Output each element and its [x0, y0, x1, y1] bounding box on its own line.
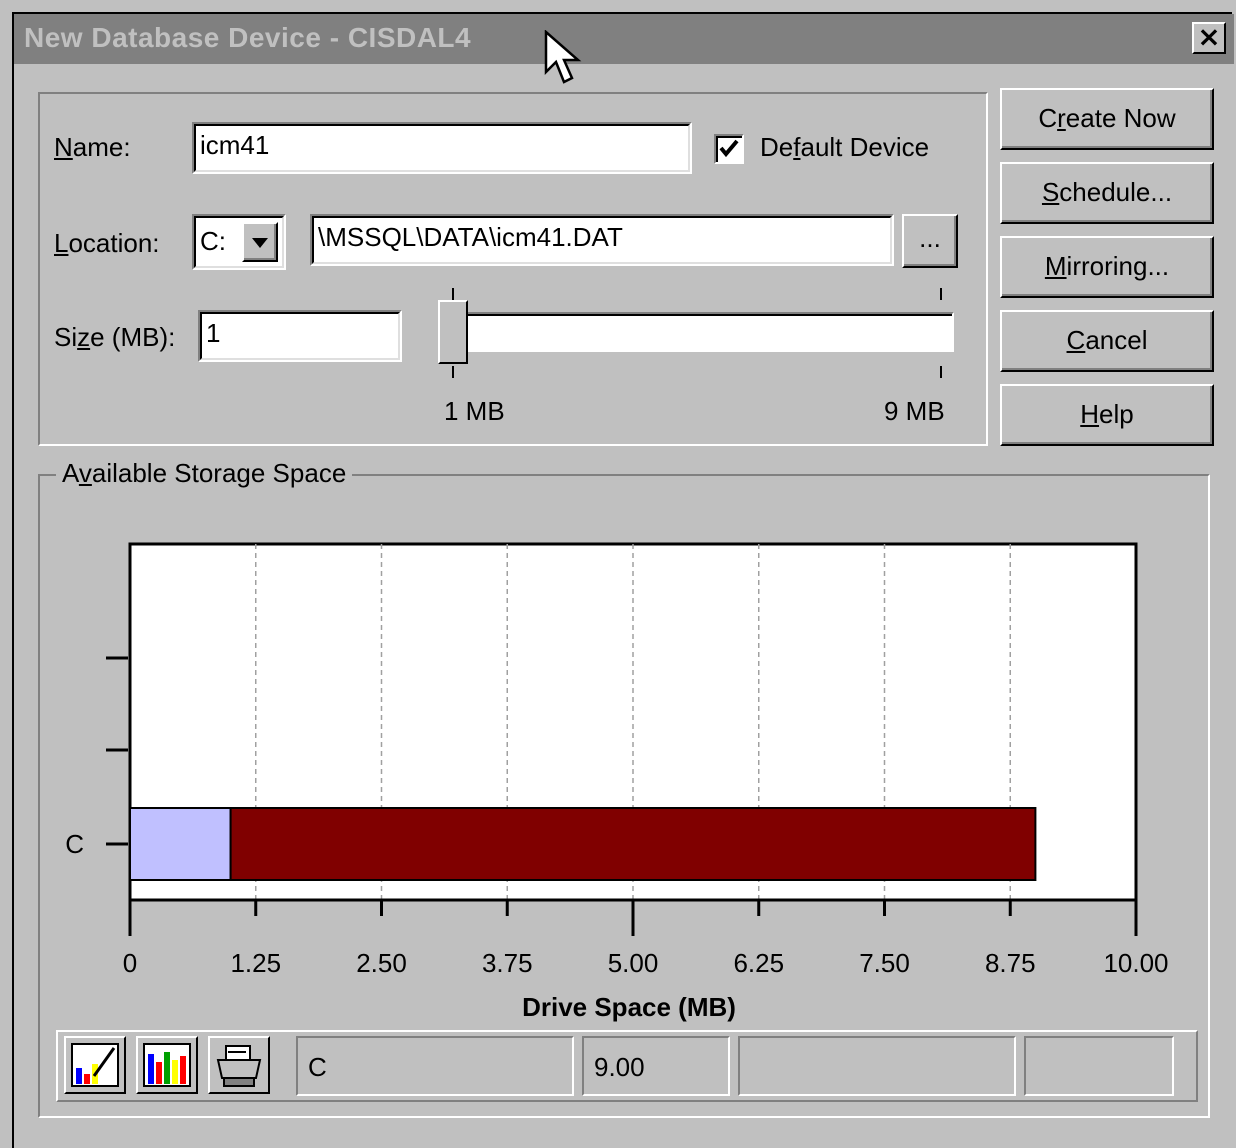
x-tick-label: 1.25 [230, 948, 281, 978]
x-tick-label: 8.75 [985, 948, 1036, 978]
status-drive-value: C [308, 1052, 327, 1082]
x-tick-label: 5.00 [608, 948, 659, 978]
status-cell-drive: C [296, 1036, 574, 1096]
print-button[interactable] [208, 1036, 270, 1094]
dialog-window: New Database Device - CISDAL4 × Name: ic… [0, 0, 1236, 1148]
status-size-value: 9.00 [594, 1052, 645, 1082]
x-tick-label: 0 [123, 948, 137, 978]
x-axis-label: Drive Space (MB) [522, 992, 736, 1022]
x-tick-label: 2.50 [356, 948, 407, 978]
bar-segment [229, 807, 1037, 881]
chart-edit-icon [71, 1043, 119, 1087]
bar-segment [129, 807, 232, 881]
storage-chart: 0 1.25 2.50 3.75 5.00 6.25 7.50 8.75 10.00 Drive … [65, 542, 1169, 1022]
x-tick-label: 3.75 [482, 948, 533, 978]
printer-icon [216, 1045, 262, 1087]
x-tick-label: 10.00 [1103, 948, 1168, 978]
chart-type-button[interactable] [136, 1036, 198, 1094]
x-tick-label: 7.50 [859, 948, 910, 978]
status-cell-3 [738, 1036, 1016, 1096]
status-cell-size: 9.00 [582, 1036, 730, 1096]
x-tick-label: 6.25 [733, 948, 784, 978]
y-tick-label: C [65, 829, 84, 859]
chart-edit-button[interactable] [64, 1036, 126, 1094]
status-cell-4 [1024, 1036, 1174, 1096]
bar-chart-icon [143, 1043, 191, 1087]
